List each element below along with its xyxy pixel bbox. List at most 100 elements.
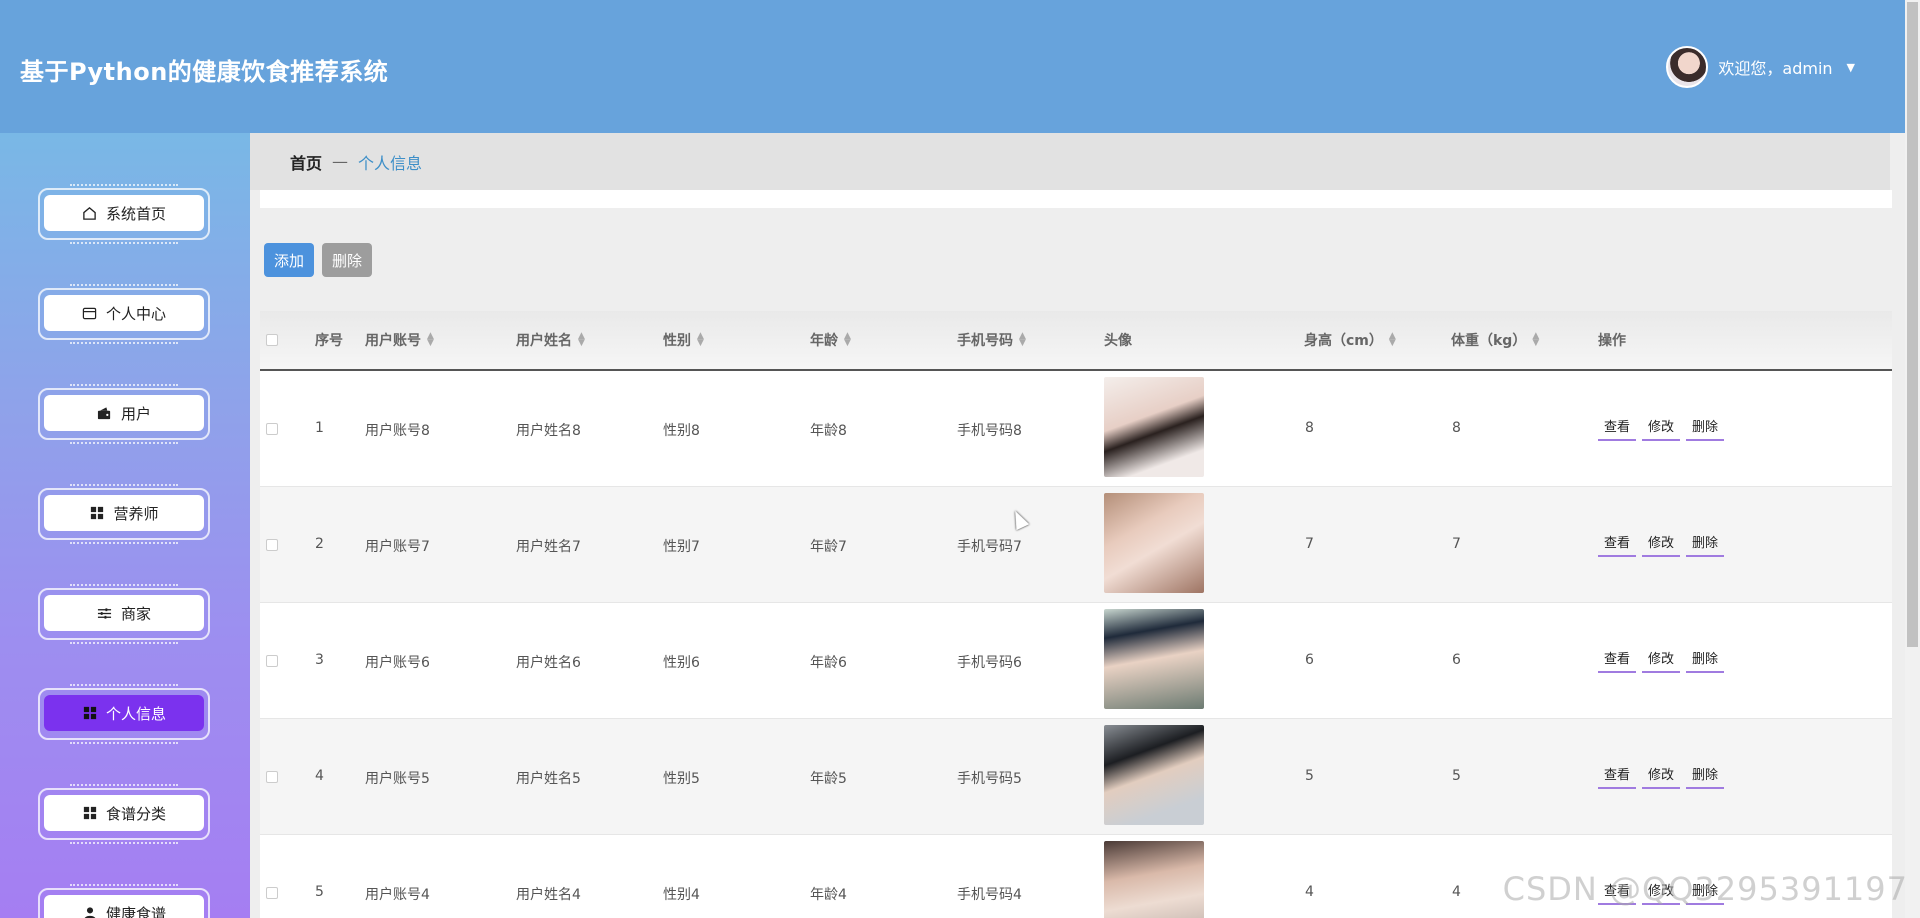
sidebar-item-personal-info[interactable]: 个人信息 [38,684,210,744]
grid-icon [82,805,98,821]
user-menu[interactable]: 欢迎您，admin ▼ [1666,46,1855,88]
cell-account: 用户账号7 [365,539,430,555]
cell-phone: 手机号码5 [957,771,1022,787]
header-gender-label: 性别 [663,333,691,349]
row-checkbox[interactable] [266,887,278,899]
welcome-text[interactable]: 欢迎您，admin [1718,55,1832,79]
edit-button[interactable]: 修改 [1642,646,1681,673]
cell-name: 用户姓名7 [516,539,581,555]
sort-icon[interactable]: ▲ ▼ [427,332,434,348]
header-name[interactable]: 用户姓名 ▲ ▼ [516,330,585,350]
breadcrumb-separator: — [332,152,349,171]
row-checkbox[interactable] [266,771,278,783]
edit-button[interactable]: 修改 [1642,530,1681,557]
cell-age: 年龄5 [810,771,847,787]
avatar-image[interactable] [1104,841,1204,918]
avatar-image[interactable] [1104,725,1204,825]
edit-button[interactable]: 修改 [1642,414,1681,441]
sidebar-item-label: 用户 [120,404,151,423]
delete-button[interactable]: 删除 [1686,646,1725,673]
sidebar-item-label: 个人中心 [105,304,166,323]
delete-button[interactable]: 删除 [1686,414,1725,441]
header-height[interactable]: 身高（cm） ▲ ▼ [1304,330,1396,350]
batch-delete-button[interactable]: 删除 [322,243,372,277]
cell-gender: 性别5 [663,771,700,787]
card-icon [82,305,98,321]
sort-icon[interactable]: ▲ ▼ [697,332,704,348]
edit-button[interactable]: 修改 [1642,762,1681,789]
cell-gender: 性别8 [663,423,700,439]
sidebar-item-label: 个人信息 [105,704,166,723]
header-account[interactable]: 用户账号 ▲ ▼ [365,330,434,350]
view-button[interactable]: 查看 [1598,414,1637,441]
csdn-watermark: CSDN @QQ3295391197 [1502,870,1908,908]
header-weight[interactable]: 体重（kg） ▲ ▼ [1451,330,1539,350]
sidebar-item-healthy-recipes[interactable]: 健康食谱 [38,884,210,918]
row-checkbox[interactable] [266,655,278,667]
sidebar-item-label: 系统首页 [105,204,166,223]
cell-name: 用户姓名6 [516,655,581,671]
home-icon [82,205,98,221]
header-height-label: 身高（cm） [1304,333,1383,349]
cell-phone: 手机号码4 [957,887,1022,903]
row-checkbox[interactable] [266,539,278,551]
user-avatar[interactable] [1666,46,1709,88]
data-table: 序号 用户账号 ▲ ▼ 用户姓名 ▲ ▼ 性别 ▲ ▼ 年龄 ▲ ▼ 手机号码 ▲ ▼ 头像 身高（… [260,311,1892,918]
header-age[interactable]: 年龄 ▲ ▼ [810,330,851,350]
breadcrumb: 首页 — 个人信息 [250,133,1890,190]
grid-icon [89,505,105,521]
cell-gender: 性别7 [663,539,700,555]
view-button[interactable]: 查看 [1598,762,1637,789]
avatar-image[interactable] [1104,377,1204,477]
delete-button[interactable]: 删除 [1686,530,1725,557]
header-account-label: 用户账号 [365,333,421,349]
cell-gender: 性别4 [663,887,700,903]
scrollbar-thumb[interactable] [1907,2,1918,647]
row-checkbox[interactable] [266,423,278,435]
breadcrumb-home[interactable]: 首页 [290,150,322,174]
sidebar-item-merchant[interactable]: 商家 [38,584,210,644]
cell-account: 用户账号5 [365,771,430,787]
sidebar-item-nutritionist[interactable]: 营养师 [38,484,210,544]
sort-icon[interactable]: ▲ ▼ [844,332,851,348]
table-row: 1 用户账号8 用户姓名8 性别8 年龄8 手机号码8 8 8 查看 修改 删除 [260,371,1892,487]
view-button[interactable]: 查看 [1598,646,1637,673]
cell-height: 4 [1305,884,1314,900]
user-icon [82,905,98,918]
cell-height: 6 [1305,652,1314,668]
caret-down-icon[interactable]: ▼ [1847,61,1855,74]
sidebar-item-home[interactable]: 系统首页 [38,184,210,244]
cell-index: 2 [315,536,324,552]
header-gender[interactable]: 性别 ▲ ▼ [663,330,704,350]
cell-age: 年龄8 [810,423,847,439]
sidebar-item-users[interactable]: 用户 [38,384,210,444]
cell-weight: 4 [1452,884,1461,900]
sort-icon[interactable]: ▲ ▼ [578,332,585,348]
delete-button[interactable]: 删除 [1686,762,1725,789]
sidebar-item-recipe-category[interactable]: 食谱分类 [38,784,210,844]
sidebar: 系统首页 个人中心 用户 营养师 商家 个人信息 食谱分类 健康食谱 [0,133,250,918]
cell-weight: 6 [1452,652,1461,668]
sidebar-item-label: 商家 [120,604,151,623]
sidebar-item-personal-center[interactable]: 个人中心 [38,284,210,344]
table-row: 2 用户账号7 用户姓名7 性别7 年龄7 手机号码7 7 7 查看 修改 删除 [260,487,1892,603]
select-all-checkbox[interactable] [266,334,278,346]
avatar-image[interactable] [1104,493,1204,593]
add-button[interactable]: 添加 [264,243,314,277]
sort-icon[interactable]: ▲ ▼ [1019,332,1026,348]
header-index: 序号 [315,333,343,349]
vertical-scrollbar[interactable] [1905,0,1920,918]
sidebar-item-label: 健康食谱 [105,904,166,918]
header-phone[interactable]: 手机号码 ▲ ▼ [957,330,1026,350]
view-button[interactable]: 查看 [1598,530,1637,557]
sort-icon[interactable]: ▲ ▼ [1532,332,1539,348]
cell-phone: 手机号码8 [957,423,1022,439]
table-header: 序号 用户账号 ▲ ▼ 用户姓名 ▲ ▼ 性别 ▲ ▼ 年龄 ▲ ▼ 手机号码 ▲ ▼ 头像 身高（… [260,311,1892,371]
avatar-image[interactable] [1104,609,1204,709]
cell-index: 1 [315,420,324,436]
cell-index: 5 [315,884,324,900]
header-actions: 操作 [1598,333,1626,349]
sidebar-item-label: 食谱分类 [105,804,166,823]
sort-icon[interactable]: ▲ ▼ [1389,332,1396,348]
header-avatar: 头像 [1104,333,1132,349]
